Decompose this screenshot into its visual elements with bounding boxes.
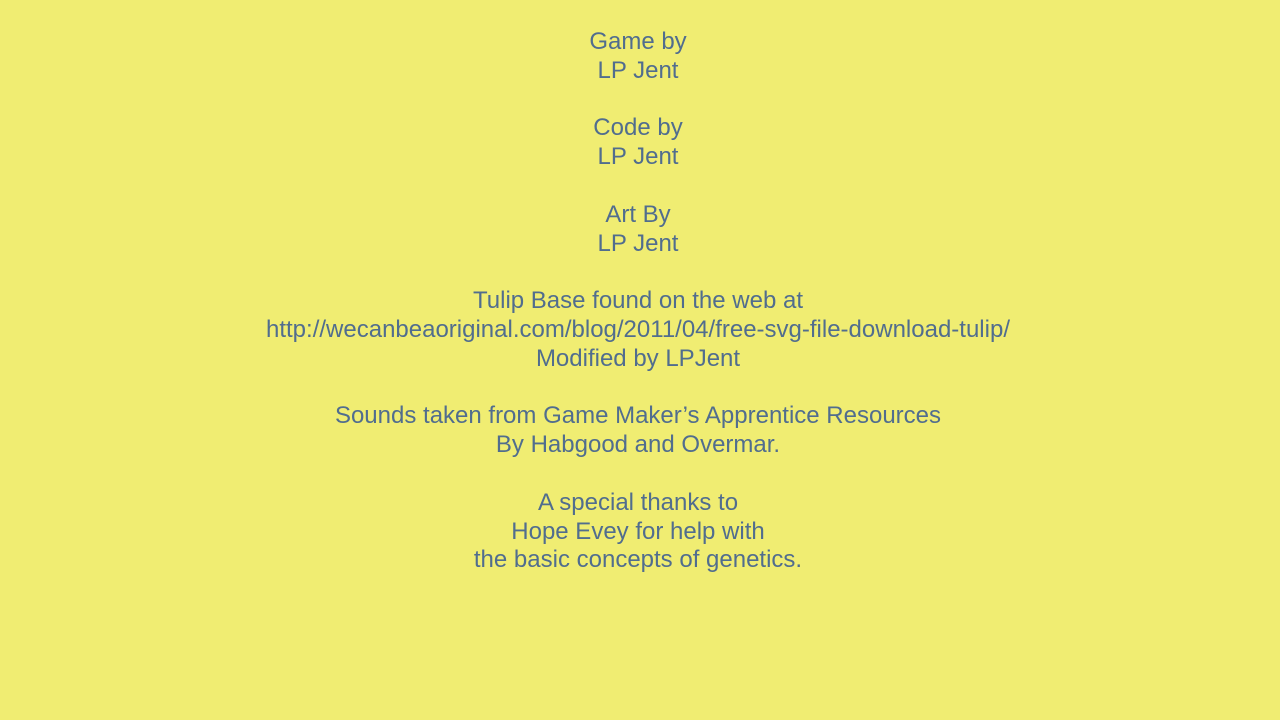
credits-game-heading: Game by xyxy=(589,28,687,55)
credits-thanks-line-2: Hope Evey for help with xyxy=(511,517,765,545)
credits-art-author: LP Jent xyxy=(597,229,679,257)
credits-code-block: Code by LP Jent xyxy=(0,114,1276,172)
credits-sounds-block: Sounds taken from Game Maker’s Apprentic… xyxy=(0,402,1276,460)
credits-tulip-url: http://wecanbeaoriginal.com/blog/2011/04… xyxy=(266,315,1010,343)
credits-code-heading: Code by xyxy=(593,114,683,142)
credits-art-heading: Art By xyxy=(605,200,671,228)
credits-code-author: LP Jent xyxy=(597,143,679,171)
credits-text: Game by LP Jent Code by LP Jent Art By L… xyxy=(0,28,1276,604)
credits-art-block: Art By LP Jent xyxy=(0,201,1276,259)
credits-screen: Game by LP Jent Code by LP Jent Art By L… xyxy=(0,0,1280,720)
credits-sounds-heading: Sounds taken from Game Maker’s Apprentic… xyxy=(334,402,942,430)
credits-thanks-heading: A special thanks to xyxy=(537,488,739,516)
credits-thanks-block: A special thanks to Hope Evey for help w… xyxy=(0,489,1276,575)
credits-tulip-heading: Tulip Base found on the web at xyxy=(473,287,803,315)
credits-thanks-line-3: the basic concepts of genetics. xyxy=(473,546,803,574)
credits-tulip-block: Tulip Base found on the web at http://we… xyxy=(0,287,1276,373)
credits-sounds-authors: By Habgood and Overmar. xyxy=(495,431,781,459)
credits-tulip-modified: Modified by LPJent xyxy=(535,344,741,372)
credits-game-author: LP Jent xyxy=(597,56,679,84)
credits-game-block: Game by LP Jent xyxy=(0,28,1276,86)
